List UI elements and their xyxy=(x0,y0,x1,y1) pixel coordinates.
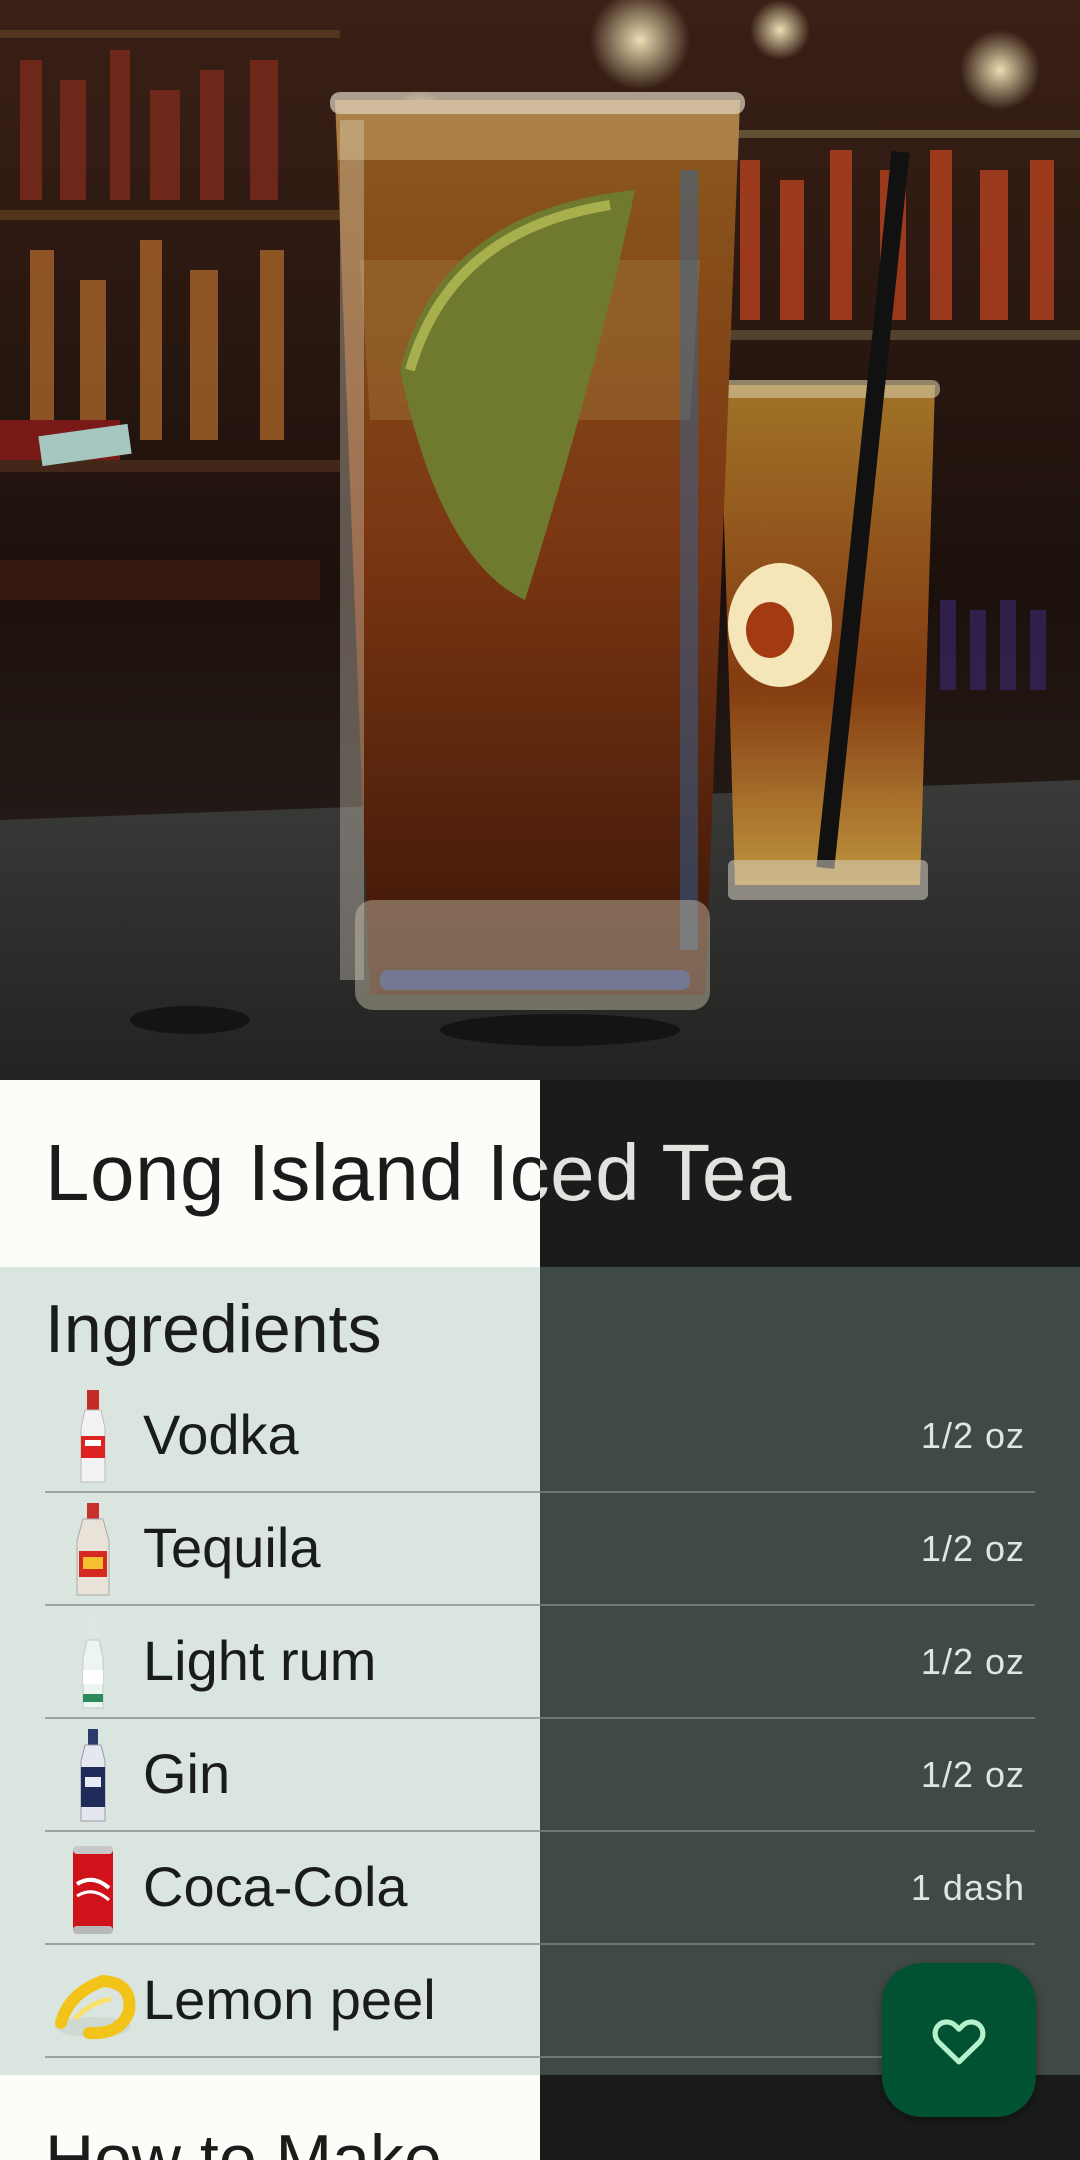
ingredient-name: Lemon peel xyxy=(143,1968,436,2031)
title-area-dark: Long Island Iced Tea xyxy=(540,1080,1080,1267)
title-area: Long Island Iced Tea xyxy=(0,1080,540,1267)
heart-outline-icon xyxy=(932,2019,986,2065)
lemon-peel-icon xyxy=(55,1974,136,2040)
tequila-bottle-icon xyxy=(76,1503,110,1596)
ingredients-section: Ingredients Vodka Tequila Light rum Gin … xyxy=(0,1267,540,2075)
list-item-amount-row: 1/2 oz xyxy=(540,1493,1035,1606)
list-item[interactable]: Coca-Cola xyxy=(45,1832,540,1945)
how-to-make-heading: How to Make xyxy=(45,2121,442,2160)
gin-bottle-icon xyxy=(80,1729,106,1822)
ingredient-name: Gin xyxy=(143,1742,231,1805)
list-item[interactable]: Gin xyxy=(45,1719,540,1832)
ingredients-list: Vodka Tequila Light rum Gin Coca-Cola Le… xyxy=(45,1380,540,2058)
ingredient-amount: 1/2 oz xyxy=(920,1641,1025,1682)
list-item-amount-row: 1 dash xyxy=(540,1832,1035,1945)
list-item-amount-row: 1/2 oz xyxy=(540,1606,1035,1719)
ingredient-amount: 1/2 oz xyxy=(920,1415,1025,1456)
drink-title: Long Island Iced Tea xyxy=(45,1128,540,1217)
ingredient-name: Coca-Cola xyxy=(143,1855,408,1918)
rum-bottle-icon xyxy=(82,1616,104,1709)
list-item-amount-row: 1/2 oz xyxy=(540,1380,1035,1493)
list-item[interactable]: Light rum xyxy=(45,1606,540,1719)
ingredients-section-dark: 1/2 oz 1/2 oz 1/2 oz 1/2 oz 1 dash xyxy=(540,1267,1080,2075)
ingredients-heading: Ingredients xyxy=(45,1291,382,1367)
ingredient-amount: 1/2 oz xyxy=(920,1528,1025,1569)
ingredients-amount-list: 1/2 oz 1/2 oz 1/2 oz 1/2 oz 1 dash xyxy=(540,1380,1035,2058)
favorite-button[interactable] xyxy=(882,1963,1036,2117)
list-item[interactable]: Tequila xyxy=(45,1493,540,1606)
how-to-make-section: How to Make xyxy=(0,2075,540,2160)
ingredient-name: Vodka xyxy=(143,1403,299,1466)
ingredient-name: Light rum xyxy=(143,1629,377,1692)
list-item[interactable]: Lemon peel xyxy=(45,1945,540,2058)
list-item[interactable]: Vodka xyxy=(45,1380,540,1493)
drink-title-overlay: Long Island Iced Tea xyxy=(540,1128,792,1217)
ingredient-amount: 1/2 oz xyxy=(920,1754,1025,1795)
vodka-bottle-icon xyxy=(80,1390,106,1483)
list-item-amount-row: 1/2 oz xyxy=(540,1719,1035,1832)
ingredient-amount: 1 dash xyxy=(910,1867,1025,1908)
hero-image xyxy=(0,0,1080,1080)
ingredient-name: Tequila xyxy=(143,1516,321,1579)
cola-can-icon xyxy=(73,1846,113,1934)
